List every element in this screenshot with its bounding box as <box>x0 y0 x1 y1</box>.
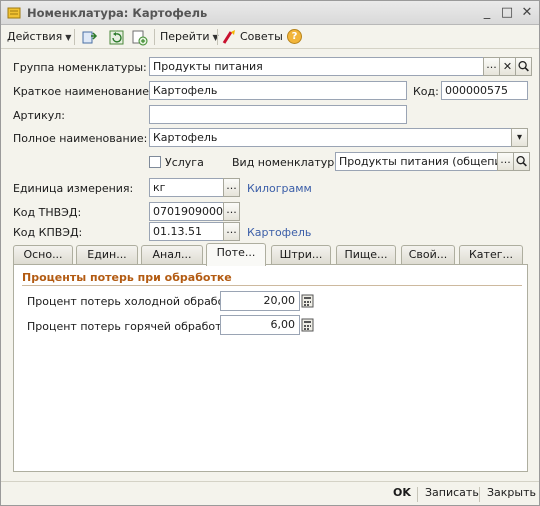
title-bar: Номенклатура: Картофель _ □ ✕ <box>1 1 539 25</box>
footer-divider <box>479 487 480 502</box>
cold-loss-field[interactable]: 20,00 <box>220 291 300 311</box>
actions-menu-label: Действия <box>7 30 63 43</box>
save-button[interactable]: Записать <box>425 486 479 499</box>
kind-open-icon[interactable] <box>513 152 530 171</box>
tab-analogs[interactable]: Анал... <box>141 245 203 264</box>
article-field[interactable] <box>149 105 407 124</box>
tips-icon <box>222 30 235 44</box>
tnved-select-button[interactable]: ... <box>223 202 240 221</box>
unit-select-button[interactable]: ... <box>223 178 240 197</box>
short-name-field[interactable]: Картофель <box>149 81 407 100</box>
full-name-label: Полное наименование: <box>13 132 148 145</box>
toolbar-divider <box>217 29 218 45</box>
group-clear-button[interactable]: ✕ <box>499 57 516 76</box>
kpved-label: Код КПВЭД: <box>13 226 83 239</box>
tab-barcodes[interactable]: Штри... <box>271 245 331 264</box>
service-checkbox[interactable] <box>149 156 161 168</box>
tips-label: Советы <box>240 30 283 43</box>
section-title: Проценты потерь при обработке <box>22 271 232 284</box>
unit-label: Единица измерения: <box>13 182 134 195</box>
group-label: Группа номенклатуры: <box>13 61 147 74</box>
tnved-label: Код ТНВЭД: <box>13 206 82 219</box>
code-field[interactable]: 000000575 <box>441 81 528 100</box>
actions-menu[interactable]: Действия ▼ <box>7 28 71 46</box>
tips-button[interactable]: Советы <box>222 28 283 46</box>
kpved-link[interactable]: Картофель <box>247 226 311 239</box>
close-window-button[interactable]: ✕ <box>519 5 535 20</box>
kind-select-button[interactable]: ... <box>497 152 514 171</box>
toolbar-divider <box>154 29 155 45</box>
refresh-icon[interactable] <box>108 29 125 46</box>
minimize-button[interactable]: _ <box>479 5 495 20</box>
footer-bar: OK Записать Закрыть <box>1 481 539 505</box>
goto-menu-label: Перейти <box>160 30 210 43</box>
unit-link[interactable]: Килограмм <box>247 182 312 195</box>
code-label: Код: <box>413 85 439 98</box>
hot-loss-label: Процент потерь горячей обработки: <box>27 320 240 333</box>
hot-loss-field[interactable]: 6,00 <box>220 315 300 335</box>
maximize-button[interactable]: □ <box>499 5 515 20</box>
kind-field[interactable]: Продукты питания (общепит) <box>335 152 498 171</box>
group-select-button[interactable]: ... <box>483 57 500 76</box>
tnved-field[interactable]: 0701909000 <box>149 202 224 221</box>
tab-units[interactable]: Един... <box>76 245 138 264</box>
catalog-icon <box>7 7 21 19</box>
full-name-field[interactable]: Картофель <box>149 128 512 147</box>
tab-food[interactable]: Пище... <box>336 245 396 264</box>
copy-refresh-icon[interactable] <box>131 29 148 46</box>
save-structure-icon[interactable] <box>81 29 98 46</box>
section-divider <box>22 285 522 286</box>
calculator-icon[interactable] <box>300 291 316 311</box>
tab-strip: Осно... Един... Анал... Поте... Штри... … <box>13 243 528 266</box>
close-button[interactable]: Закрыть <box>487 486 536 499</box>
service-label: Услуга <box>165 156 204 169</box>
tab-losses[interactable]: Поте... <box>206 243 266 266</box>
ok-button[interactable]: OK <box>393 486 411 499</box>
tab-categories[interactable]: Катег... <box>459 245 523 264</box>
kpved-select-button[interactable]: ... <box>223 222 240 241</box>
full-name-dropdown-icon[interactable]: ▾ <box>511 128 528 147</box>
losses-tab-panel: Проценты потерь при обработке Процент по… <box>13 264 528 472</box>
help-icon[interactable]: ? <box>287 29 302 44</box>
group-open-icon[interactable] <box>515 57 532 76</box>
unit-field[interactable]: кг <box>149 178 224 197</box>
tab-basic[interactable]: Осно... <box>13 245 73 264</box>
short-name-label: Краткое наименование: <box>13 85 153 98</box>
calculator-icon[interactable] <box>300 315 316 335</box>
toolbar: Действия ▼ Перейти ▼ Советы ? <box>1 25 539 49</box>
kind-label: Вид номенклатуры: <box>232 156 347 169</box>
group-field[interactable]: Продукты питания <box>149 57 484 76</box>
article-label: Артикул: <box>13 109 65 122</box>
chevron-down-icon: ▼ <box>65 33 72 42</box>
goto-menu[interactable]: Перейти ▼ <box>160 28 219 46</box>
window: Номенклатура: Картофель _ □ ✕ Действия ▼ … <box>0 0 540 506</box>
kpved-field[interactable]: 01.13.51 <box>149 222 224 241</box>
cold-loss-label: Процент потерь холодной обработки: <box>27 295 249 308</box>
footer-divider <box>417 487 418 502</box>
tab-properties[interactable]: Свой... <box>401 245 455 264</box>
toolbar-divider <box>74 29 75 45</box>
window-title: Номенклатура: Картофель <box>27 6 208 20</box>
